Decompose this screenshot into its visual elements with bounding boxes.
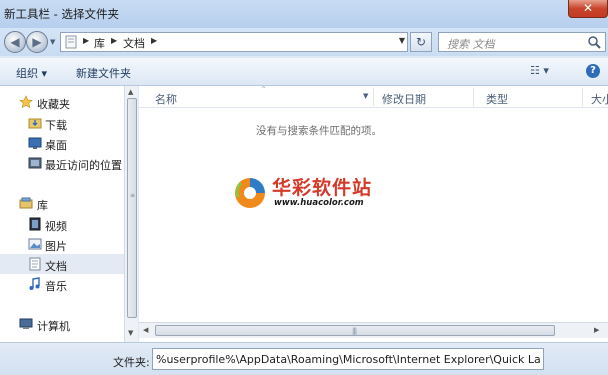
nav-item-downloads[interactable]: 下载 [0, 113, 124, 133]
column-name[interactable]: 名称 [155, 91, 177, 107]
column-separator[interactable] [582, 88, 583, 106]
refresh-button[interactable]: ↻ [410, 32, 432, 52]
new-folder-button[interactable]: 新建文件夹 [76, 65, 131, 81]
organize-button[interactable]: 组织 ▾ [16, 65, 47, 81]
breadcrumb-libraries[interactable]: 库 [94, 35, 105, 51]
view-options-button[interactable]: ☷ ▾ [530, 64, 564, 80]
help-icon[interactable]: ? [586, 64, 600, 78]
nav-item-label: 文档 [45, 260, 67, 273]
close-button[interactable]: ✕ [568, 0, 608, 18]
refresh-icon: ↻ [415, 35, 427, 49]
column-type[interactable]: 类型 [486, 91, 508, 107]
column-name-dropdown-icon[interactable]: ▼ [363, 92, 368, 100]
column-separator[interactable] [373, 88, 374, 106]
search-placeholder: 搜索 文档 [447, 38, 495, 51]
breadcrumb-separator-icon[interactable]: ▶ [151, 36, 157, 45]
nav-item-label: 图片 [45, 240, 67, 253]
breadcrumb-separator-icon[interactable]: ▶ [83, 36, 89, 45]
back-arrow-icon: ◀ [10, 35, 20, 49]
watermark: 华彩软件站 www.huacolor.com [232, 171, 372, 215]
file-list-horizontal-scrollbar[interactable]: ◀ ||| ▶ [139, 322, 608, 338]
navigation-bar: ◀ ▶ ▼ ▶ 库 ▶ 文档 ▶ ▼ ↻ 搜索 文档 [0, 28, 608, 56]
nav-item-documents[interactable]: 文档 [0, 254, 124, 274]
navigation-pane-scrollbar[interactable]: ▲ ≡ ▼ [124, 86, 138, 342]
scroll-right-icon[interactable]: ▶ [594, 326, 599, 334]
scrollbar-grip-icon: ≡ [130, 192, 136, 199]
column-size[interactable]: 大小 [591, 91, 608, 107]
filename-bar: 文件夹: [0, 342, 608, 375]
nav-item-label: 音乐 [45, 280, 67, 293]
music-icon [29, 277, 40, 290]
forward-button[interactable]: ▶ [26, 31, 48, 53]
nav-computer[interactable]: 计算机 [0, 314, 124, 334]
huacolor-logo-icon [235, 178, 265, 208]
nav-computer-label: 计算机 [37, 320, 70, 333]
breadcrumb-separator-icon[interactable]: ▶ [111, 36, 117, 45]
command-toolbar: 组织 ▾ 新建文件夹 ☷ ▾ ? [0, 58, 608, 86]
star-icon [19, 95, 33, 109]
column-header: ^ 名称 ▼ 修改日期 类型 大小 [139, 86, 608, 108]
file-list-pane[interactable]: ^ 名称 ▼ 修改日期 类型 大小 没有与搜索条件匹配的项。 ◀ ||| ▶ [139, 86, 608, 342]
column-date-modified[interactable]: 修改日期 [382, 91, 426, 107]
scroll-left-icon[interactable]: ◀ [143, 326, 148, 334]
watermark-name: 华彩软件站 [272, 177, 373, 199]
recent-places-icon [28, 157, 42, 169]
scrollbar-thumb[interactable]: ≡ [127, 98, 137, 318]
nav-item-videos[interactable]: 视频 [0, 214, 124, 234]
watermark-url: www.huacolor.com [274, 198, 364, 208]
sort-indicator-icon: ^ [261, 86, 267, 93]
folder-field-label: 文件夹: [113, 356, 150, 369]
nav-favorites[interactable]: 收藏夹 [0, 92, 124, 112]
address-bar[interactable]: ▶ 库 ▶ 文档 ▶ ▼ [60, 32, 408, 52]
navigation-pane: 收藏夹 下载 桌面 最近访问的位置 库 视频 图片 文档 音乐 计算机 [0, 86, 124, 342]
nav-item-pictures[interactable]: 图片 [0, 234, 124, 254]
forward-arrow-icon: ▶ [32, 35, 42, 49]
search-input[interactable]: 搜索 文档 [438, 32, 606, 52]
recent-pages-dropdown-icon[interactable]: ▼ [50, 38, 58, 46]
column-separator[interactable] [473, 88, 474, 106]
scroll-down-icon[interactable]: ▼ [128, 329, 133, 337]
download-folder-icon [28, 118, 42, 129]
search-icon[interactable] [587, 35, 601, 49]
empty-results-message: 没有与搜索条件匹配的项。 [256, 125, 382, 137]
documents-icon [29, 257, 41, 271]
scroll-up-icon[interactable]: ▲ [128, 88, 133, 96]
nav-item-music[interactable]: 音乐 [0, 274, 124, 294]
folder-icon [65, 35, 77, 49]
nav-libraries[interactable]: 库 [0, 193, 124, 213]
nav-item-label: 最近访问的位置 [45, 159, 122, 172]
scrollbar-grip-icon: ||| [352, 327, 357, 335]
video-icon [29, 217, 41, 231]
close-icon: ✕ [582, 1, 594, 15]
back-button[interactable]: ◀ [4, 31, 26, 53]
nav-libraries-label: 库 [37, 199, 48, 212]
address-dropdown-icon[interactable]: ▼ [399, 36, 405, 45]
window-title: 新工具栏 - 选择文件夹 [4, 7, 119, 21]
nav-favorites-label: 收藏夹 [37, 98, 70, 111]
nav-item-recent-places[interactable]: 最近访问的位置 [0, 153, 124, 173]
nav-item-desktop[interactable]: 桌面 [0, 133, 124, 153]
nav-item-label: 视频 [45, 220, 67, 233]
title-bar: 新工具栏 - 选择文件夹 ✕ [0, 0, 608, 28]
desktop-icon [28, 137, 42, 149]
folder-path-field[interactable] [152, 348, 544, 370]
pictures-icon [28, 238, 42, 250]
libraries-icon [19, 197, 33, 209]
scrollbar-thumb[interactable]: ||| [155, 325, 555, 336]
nav-item-label: 桌面 [45, 139, 67, 152]
breadcrumb-documents[interactable]: 文档 [123, 35, 145, 51]
computer-icon [19, 318, 33, 329]
nav-item-label: 下载 [45, 119, 67, 132]
